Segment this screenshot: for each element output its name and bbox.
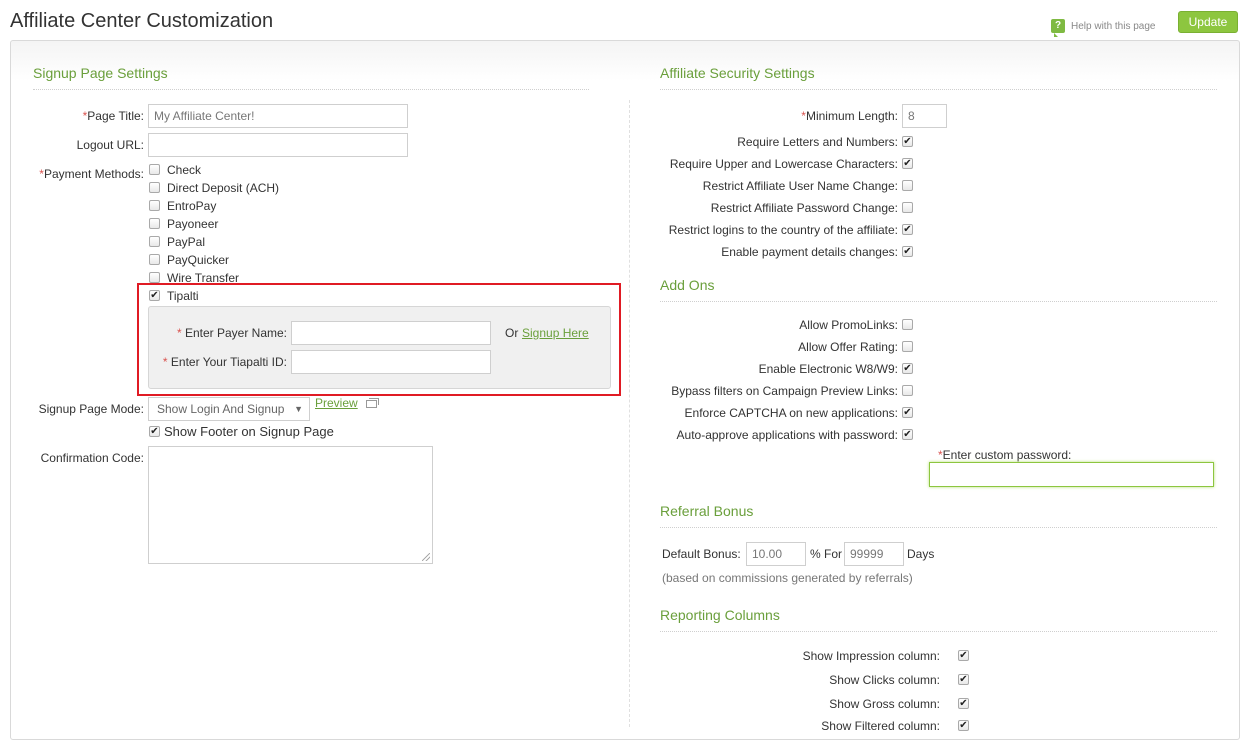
reporting-option-label: Show Impression column: <box>802 649 940 663</box>
payment-payquicker-label: PayQuicker <box>167 253 230 267</box>
logout-url-input[interactable] <box>148 133 408 157</box>
payment-entropay-label: EntroPay <box>167 199 217 213</box>
addon-option-label: Enforce CAPTCHA on new applications: <box>684 406 898 420</box>
section-divider <box>33 89 589 90</box>
min-length-input[interactable] <box>902 104 947 128</box>
gross-column-checkbox[interactable] <box>958 698 969 709</box>
help-label: Help with this page <box>1071 20 1156 32</box>
show-footer-label: Show Footer on Signup Page <box>164 424 334 439</box>
highlight-frame <box>137 283 621 396</box>
clicks-column-checkbox[interactable] <box>958 674 969 685</box>
payment-paypal-label: PayPal <box>167 235 206 249</box>
confirmation-code-label: Confirmation Code: <box>40 451 144 465</box>
section-divider <box>660 527 1217 528</box>
bypass-filters-checkbox[interactable] <box>902 385 913 396</box>
addon-option-label: Auto-approve applications with password: <box>676 428 898 442</box>
resize-handle-icon[interactable] <box>422 553 430 561</box>
signup-mode-value: Show Login And Signup <box>157 402 285 416</box>
filtered-column-checkbox[interactable] <box>958 720 969 731</box>
section-divider <box>660 631 1217 632</box>
security-option-label: Require Letters and Numbers: <box>737 135 898 149</box>
signup-section-title: Signup Page Settings <box>33 65 168 81</box>
min-length-label: *Minimum Length: <box>801 109 898 123</box>
letters-numbers-checkbox[interactable] <box>902 136 913 147</box>
addon-option-label: Enable Electronic W8/W9: <box>758 362 898 376</box>
question-speech-icon: ? <box>1051 19 1065 37</box>
payment-entropay-checkbox[interactable] <box>149 200 160 211</box>
popup-window-icon[interactable] <box>366 398 379 408</box>
restrict-password-checkbox[interactable] <box>902 202 913 213</box>
payment-payoneer-checkbox[interactable] <box>149 218 160 229</box>
help-link[interactable]: ? Help with this page <box>1051 19 1156 37</box>
section-divider <box>660 301 1217 302</box>
addon-option-label: Allow PromoLinks: <box>799 318 898 332</box>
payment-check-checkbox[interactable] <box>149 164 160 175</box>
preview-link[interactable]: Preview <box>315 396 358 410</box>
reporting-option-label: Show Clicks column: <box>829 673 940 687</box>
enforce-captcha-checkbox[interactable] <box>902 407 913 418</box>
security-option-label: Enable payment details changes: <box>721 245 898 259</box>
allow-offer-rating-checkbox[interactable] <box>902 341 913 352</box>
security-option-label: Restrict Affiliate Password Change: <box>710 201 898 215</box>
security-option-label: Require Upper and Lowercase Characters: <box>669 157 898 171</box>
referral-note: (based on commissions generated by refer… <box>662 571 913 585</box>
security-section-title: Affiliate Security Settings <box>660 65 815 81</box>
payment-ach-checkbox[interactable] <box>149 182 160 193</box>
logout-url-label: Logout URL: <box>76 138 144 152</box>
reporting-option-label: Show Gross column: <box>829 697 940 711</box>
confirmation-code-textarea[interactable] <box>148 446 433 564</box>
payment-methods-label: *Payment Methods: <box>39 167 144 181</box>
default-bonus-input[interactable] <box>746 542 806 566</box>
impression-column-checkbox[interactable] <box>958 650 969 661</box>
restrict-country-checkbox[interactable] <box>902 224 913 235</box>
payment-changes-checkbox[interactable] <box>902 246 913 257</box>
addon-option-label: Bypass filters on Campaign Preview Links… <box>671 384 898 398</box>
payment-payoneer-label: Payoneer <box>167 217 219 231</box>
payment-paypal-checkbox[interactable] <box>149 236 160 247</box>
bonus-days-input[interactable] <box>844 542 904 566</box>
payment-check-label: Check <box>167 163 202 177</box>
electronic-w8w9-checkbox[interactable] <box>902 363 913 374</box>
reporting-option-label: Show Filtered column: <box>821 719 940 733</box>
signup-mode-label: Signup Page Mode: <box>38 402 144 416</box>
reporting-section-title: Reporting Columns <box>660 607 780 623</box>
days-label: Days <box>907 547 935 561</box>
page-title: Affiliate Center Customization <box>10 10 274 32</box>
payment-wire-checkbox[interactable] <box>149 272 160 283</box>
allow-promolinks-checkbox[interactable] <box>902 319 913 330</box>
referral-section-title: Referral Bonus <box>660 503 754 519</box>
addons-section-title: Add Ons <box>660 277 715 293</box>
restrict-username-checkbox[interactable] <box>902 180 913 191</box>
payment-payquicker-checkbox[interactable] <box>149 254 160 265</box>
upper-lower-checkbox[interactable] <box>902 158 913 169</box>
section-divider <box>660 89 1217 90</box>
page-title-label: *Page Title: <box>82 109 144 123</box>
dropdown-arrow-icon: ▼ <box>294 404 303 414</box>
custom-password-input[interactable] <box>929 462 1214 487</box>
security-option-label: Restrict Affiliate User Name Change: <box>702 179 898 193</box>
show-footer-checkbox[interactable] <box>149 426 160 437</box>
default-bonus-label: Default Bonus: <box>662 547 741 561</box>
security-option-label: Restrict logins to the country of the af… <box>668 223 898 237</box>
payment-ach-label: Direct Deposit (ACH) <box>167 181 280 195</box>
update-button[interactable]: Update <box>1178 11 1238 33</box>
auto-approve-checkbox[interactable] <box>902 429 913 440</box>
page-title-input[interactable] <box>148 104 408 128</box>
signup-mode-select[interactable]: Show Login And Signup ▼ <box>148 397 310 421</box>
addon-option-label: Allow Offer Rating: <box>798 340 898 354</box>
custom-password-label: *Enter custom password: <box>938 448 1072 462</box>
percent-for-label: % For <box>810 547 843 561</box>
